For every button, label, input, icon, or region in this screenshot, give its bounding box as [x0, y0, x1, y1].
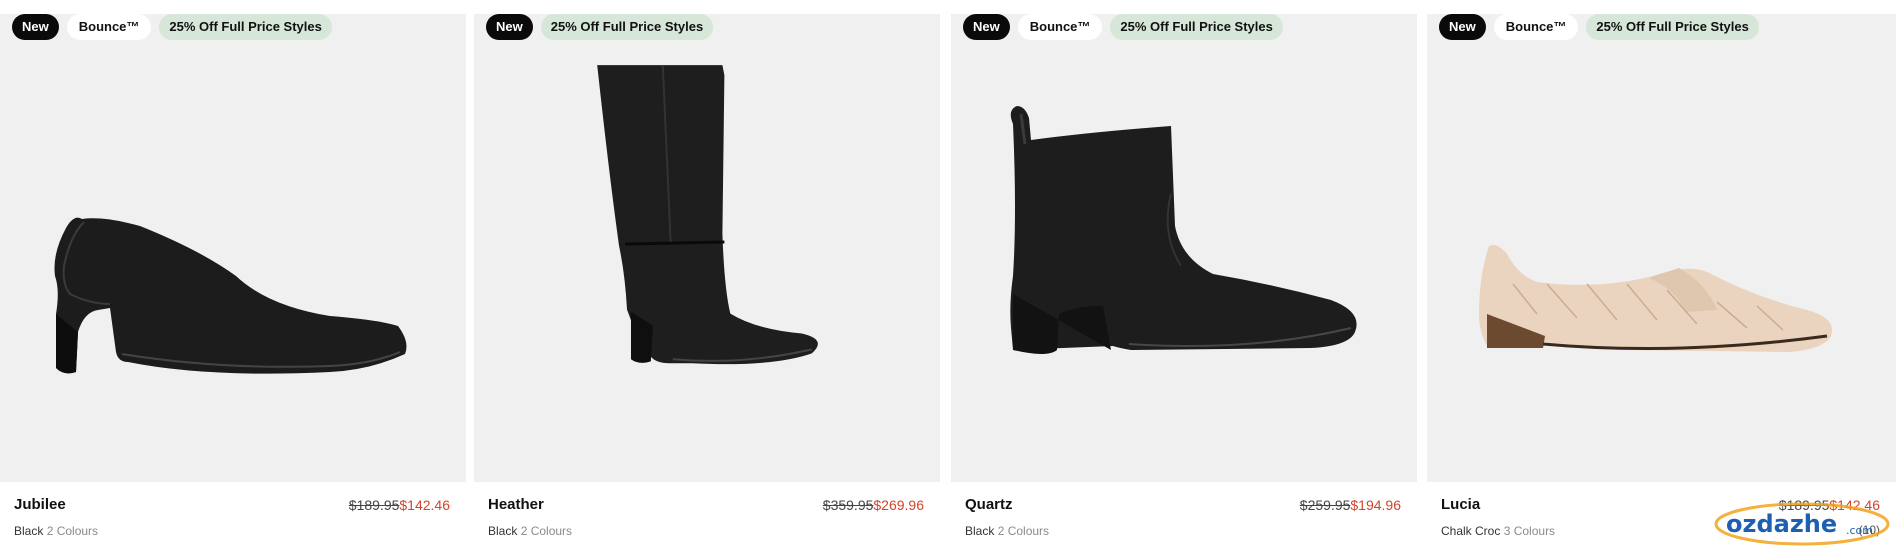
colour-name: Black — [14, 524, 44, 538]
colour-name: Chalk Croc — [1441, 524, 1501, 538]
badge-row: New Bounce™ 25% Off Full Price Styles — [1439, 14, 1759, 40]
colour-count[interactable]: 2 Colours — [998, 524, 1049, 538]
product-card[interactable]: New Bounce™ 25% Off Full Price Styles Qu… — [951, 0, 1417, 555]
sale-price: $269.96 — [873, 497, 924, 513]
promo-badge: 25% Off Full Price Styles — [540, 14, 714, 40]
product-card[interactable]: New Bounce™ 25% Off Full Price Styles Lu… — [1427, 0, 1896, 555]
watermark-text: ozdazhe — [1726, 510, 1837, 538]
price-block: $259.95$194.96 — [1300, 497, 1401, 513]
colour-line: Black 2 Colours — [14, 524, 450, 538]
product-grid: New Bounce™ 25% Off Full Price Styles Ju… — [0, 0, 1896, 555]
product-card[interactable]: New Bounce™ 25% Off Full Price Styles Ju… — [0, 0, 466, 555]
bounce-badge: Bounce™ — [1017, 14, 1103, 40]
original-price: $259.95 — [1299, 497, 1351, 513]
product-card[interactable]: New 25% Off Full Price Styles Heather $3… — [474, 0, 940, 555]
watermark-suffix: .com — [1846, 524, 1873, 537]
colour-count[interactable]: 2 Colours — [47, 524, 98, 538]
promo-badge: 25% Off Full Price Styles — [159, 14, 332, 40]
colour-count[interactable]: 2 Colours — [521, 524, 572, 538]
colour-name: Black — [965, 524, 995, 538]
badge-row: New Bounce™ 25% Off Full Price Styles — [963, 14, 1283, 40]
bounce-badge: Bounce™ — [1493, 14, 1579, 40]
product-info: Heather $359.95$269.96 Black 2 Colours — [488, 496, 924, 538]
product-image-tile[interactable] — [951, 14, 1417, 482]
product-info: Quartz $259.95$194.96 Black 2 Colours — [965, 496, 1401, 538]
promo-badge: 25% Off Full Price Styles — [1586, 14, 1759, 40]
colour-line: Black 2 Colours — [965, 524, 1401, 538]
loafer-shoe-image — [1479, 245, 1832, 352]
badge-row: New Bounce™ 25% Off Full Price Styles — [12, 14, 332, 40]
colour-name: Black — [488, 524, 518, 538]
product-image-tile[interactable] — [0, 14, 466, 482]
sale-price: $194.96 — [1350, 497, 1401, 513]
ozdazhe-watermark-logo: ozdazhe .com — [1714, 502, 1890, 546]
colour-line: Black 2 Colours — [488, 524, 924, 538]
price-block: $189.95$142.46 — [349, 497, 450, 513]
new-badge: New — [12, 14, 59, 40]
product-image-tile[interactable] — [1427, 14, 1896, 482]
knee-boot-image — [597, 65, 818, 365]
new-badge: New — [1439, 14, 1486, 40]
new-badge: New — [963, 14, 1010, 40]
price-block: $359.95$269.96 — [823, 497, 924, 513]
product-image-tile[interactable] — [474, 14, 940, 482]
product-info: Jubilee $189.95$142.46 Black 2 Colours — [14, 496, 450, 538]
original-price: $189.95 — [348, 497, 400, 513]
new-badge: New — [486, 14, 533, 40]
colour-count[interactable]: 3 Colours — [1504, 524, 1555, 538]
promo-badge: 25% Off Full Price Styles — [1110, 14, 1283, 40]
sale-price: $142.46 — [399, 497, 450, 513]
pump-shoe-image — [54, 217, 407, 374]
badge-row: New 25% Off Full Price Styles — [486, 14, 714, 40]
ankle-boot-image — [1010, 106, 1357, 354]
original-price: $359.95 — [822, 497, 874, 513]
bounce-badge: Bounce™ — [66, 14, 152, 40]
